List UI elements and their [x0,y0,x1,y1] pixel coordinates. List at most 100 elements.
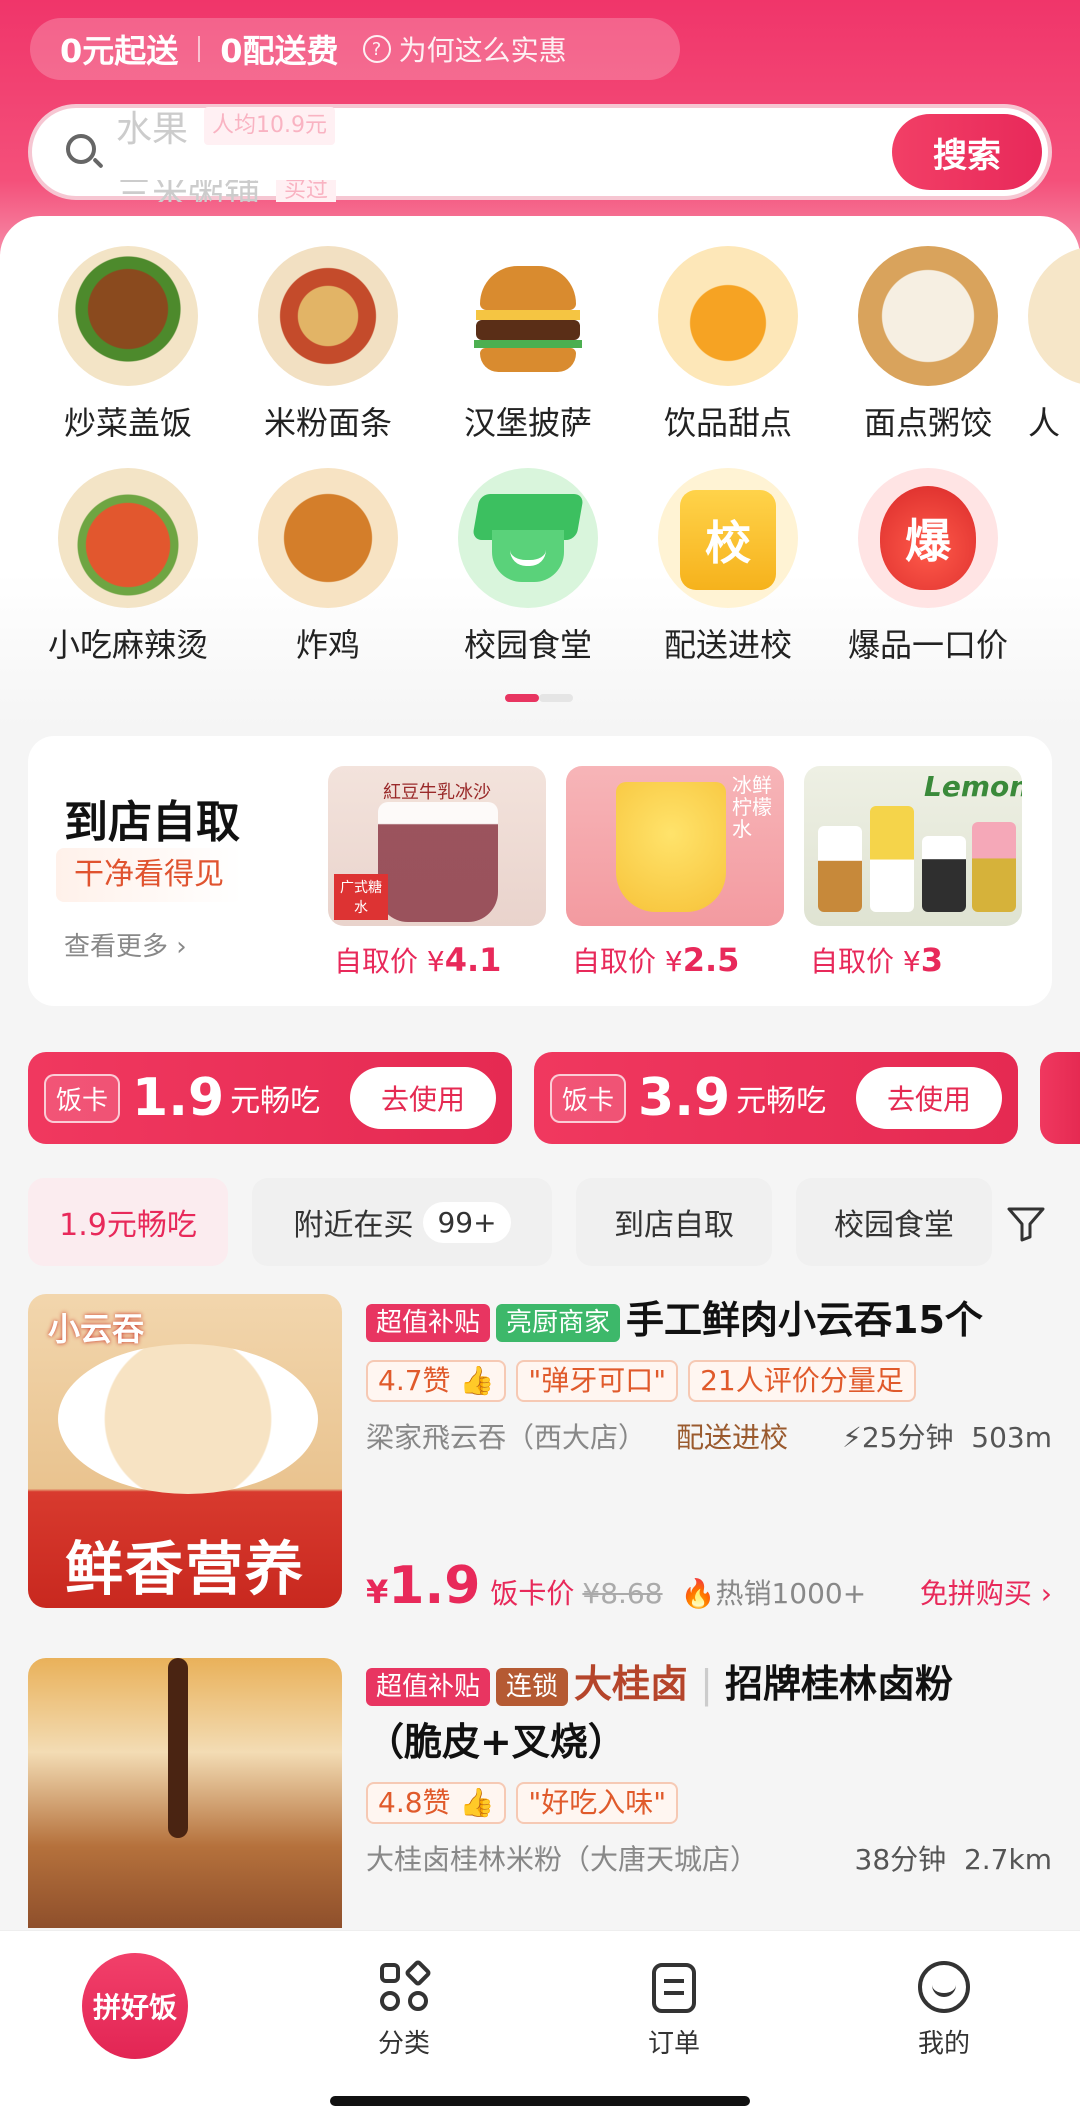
food-card[interactable]: 超值补贴 连锁 大桂卤 | 招牌桂林卤粉 （脆皮+叉烧） 4.8赞 👍 "好吃入味"… [28,1658,1052,1928]
use-button[interactable]: 去使用 [856,1067,1002,1129]
tab-category[interactable]: 分类 [344,1958,464,2060]
shop-name[interactable]: 大桂卤桂林米粉（大唐天城店） [366,1838,758,1878]
fan-card[interactable]: 饭卡 1.9 元畅吃 去使用 [28,1052,512,1144]
filter-chip[interactable]: 1.9元畅吃 [28,1178,228,1266]
food-info: 超值补贴 亮厨商家 手工鲜肉小云吞15个 4.7赞 👍 "弹牙可口" 21人评价分量… [366,1294,1052,1456]
pickup-item[interactable]: 冰鲜柠檬水 自取价 ¥2.5 [566,766,784,980]
filter-chip[interactable]: 到店自取 [576,1178,772,1266]
search-input[interactable]: 水果 人均10.9元 三米粥铺 买过 搜索 [28,104,1052,202]
category-noodles[interactable]: 米粉面条 [228,246,428,444]
food-image: 小云吞 鲜香营养 [28,1294,342,1608]
malatang-icon [58,468,198,608]
promo-why[interactable]: ? 为何这么实惠 [362,29,567,69]
category-partial[interactable]: 人 [1028,246,1080,444]
thumb-up-icon: 👍 [459,1364,495,1397]
thumb-up-icon: 👍 [459,1786,495,1819]
fan-card[interactable]: 饭卡 3.9 元畅吃 去使用 [534,1052,1018,1144]
pickup-price-value: 3 [920,941,943,979]
category-label: 饮品甜点 [663,404,792,442]
food-title: 招牌桂林卤粉 [725,1662,954,1706]
bottom-tab-bar: 拼好饭 分类 订单 我的 [0,1930,1080,2122]
distance: 2.7km [963,1843,1052,1876]
distance: 503m [971,1421,1052,1454]
eta-time: 38分钟 [854,1843,947,1876]
tab-orders[interactable]: 订单 [614,1961,734,2060]
filter-chip[interactable]: 附近在买 99+ [252,1178,552,1266]
shop-name[interactable]: 梁家飛云吞（西大店） [366,1416,646,1456]
food-title: 手工鲜肉小云吞15个 [626,1298,983,1342]
search-hint-next: 三米粥铺 买过 [116,180,342,202]
category-stir-fry-rice[interactable]: 炒菜盖饭 [28,246,228,444]
pickup-title: 到店自取 [64,797,240,848]
pickup-item[interactable]: 紅豆牛乳冰沙 广式糖水 自取价 ¥4.1 [328,766,546,980]
category-label: 小吃麻辣烫 [47,626,208,664]
pickup-image-text: 冰鲜柠檬水 [732,773,772,841]
search-icon [66,134,104,172]
original-price: ¥8.68 [582,1577,663,1610]
burger-icon [458,246,598,386]
pickup-item[interactable]: Lemon 自取价 ¥3 [804,766,1022,980]
pickup-price: 自取价 ¥3 [804,940,1022,980]
campus-bag-icon: 校 [658,468,798,608]
category-hot-deal[interactable]: 爆 爆品一口价 [828,468,1028,666]
page-dot [539,694,573,702]
filter-bar: 1.9元畅吃 附近在买 99+ 到店自取 校园食堂 [28,1178,1080,1266]
category-campus-canteen[interactable]: 校园食堂 [428,468,628,666]
food-card[interactable]: 小云吞 鲜香营养 超值补贴 亮厨商家 手工鲜肉小云吞15个 4.7赞 👍 "弹牙可口… [28,1294,1052,1616]
pickup-item-image: 紅豆牛乳冰沙 广式糖水 [328,766,546,926]
category-label: 爆品一口价 [847,626,1008,664]
food-info: 超值补贴 连锁 大桂卤 | 招牌桂林卤粉 （脆皮+叉烧） 4.8赞 👍 "好吃入味"… [366,1658,1052,1878]
fan-card-tag: 饭卡 [44,1073,121,1123]
dumplings-icon [858,246,998,386]
category-burger[interactable]: 汉堡披萨 [428,246,628,444]
smile-icon [918,1961,970,2013]
search-button[interactable]: 搜索 [892,114,1042,190]
rating-chip: 4.7赞 👍 [366,1360,507,1402]
price-label: 饭卡价 [490,1577,575,1610]
rating-chip: 4.8赞 👍 [366,1782,507,1824]
food-meta: 梁家飛云吞（西大店） 配送进校 ⚡25分钟 503m [366,1416,1052,1456]
pickup-price-label: 自取价 ¥ [572,945,683,978]
pickup-card[interactable]: 到店自取 干净看得见 查看更多 › 紅豆牛乳冰沙 广式糖水 自取价 ¥4.1 冰… [28,736,1052,1006]
drink-icon [658,246,798,386]
partial-icon [1028,246,1080,386]
fried-chicken-icon [258,468,398,608]
search-hint-tag: 人均10.9元 [204,107,336,145]
category-label: 炸鸡 [295,626,360,664]
fan-card-partial[interactable] [1040,1052,1080,1144]
graduation-cap-icon [458,468,598,608]
question-icon: ? [362,35,391,63]
pickup-more-link[interactable]: 查看更多 › [64,926,187,963]
promo-bar[interactable]: 0元起送 0配送费 ? 为何这么实惠 [30,18,680,80]
hot-deal-icon: 爆 [858,468,998,608]
filter-chip[interactable]: 校园食堂 [796,1178,992,1266]
food-title-line: 超值补贴 亮厨商家 手工鲜肉小云吞15个 [366,1294,1052,1346]
tab-home[interactable]: 拼好饭 [82,1953,188,2059]
use-button[interactable]: 去使用 [350,1067,496,1129]
category-drink[interactable]: 饮品甜点 [628,246,828,444]
hot-deal-char: 爆 [880,486,976,590]
category-campus-delivery[interactable]: 校 配送进校 [628,468,828,666]
lightning-icon: ⚡ [842,1421,862,1454]
tab-mine[interactable]: 我的 [884,1961,1004,2060]
food-image-text: 小云吞 [48,1310,145,1348]
filter-funnel-icon[interactable] [1006,1206,1046,1242]
fan-card-amount: 3.9 [638,1068,731,1128]
page-indicator [505,694,575,702]
tab-label: 我的 [917,2029,970,2059]
pickup-more-label: 查看更多 [64,932,169,962]
food-meta: 大桂卤桂林米粉（大唐天城店） 38分钟 2.7km [366,1838,1052,1878]
page-dot-active [505,694,539,702]
review-chip: 21人评价分量足 [688,1360,916,1402]
subsidy-tag: 超值补贴 [366,1667,491,1706]
pickup-price: 自取价 ¥4.1 [328,940,546,980]
pickup-image-text: 紅豆牛乳冰沙 [383,782,491,802]
category-fried-chicken[interactable]: 炸鸡 [228,468,428,666]
grid-icon [378,1958,433,2013]
category-label: 面点粥饺 [863,404,992,442]
pickup-item-image: 冰鲜柠檬水 [566,766,784,926]
category-dumplings[interactable]: 面点粥饺 [828,246,1028,444]
filter-label: 附近在买 [293,1208,414,1243]
category-malatang[interactable]: 小吃麻辣烫 [28,468,228,666]
buy-now-link[interactable]: 免拼购买 › [920,1572,1052,1612]
